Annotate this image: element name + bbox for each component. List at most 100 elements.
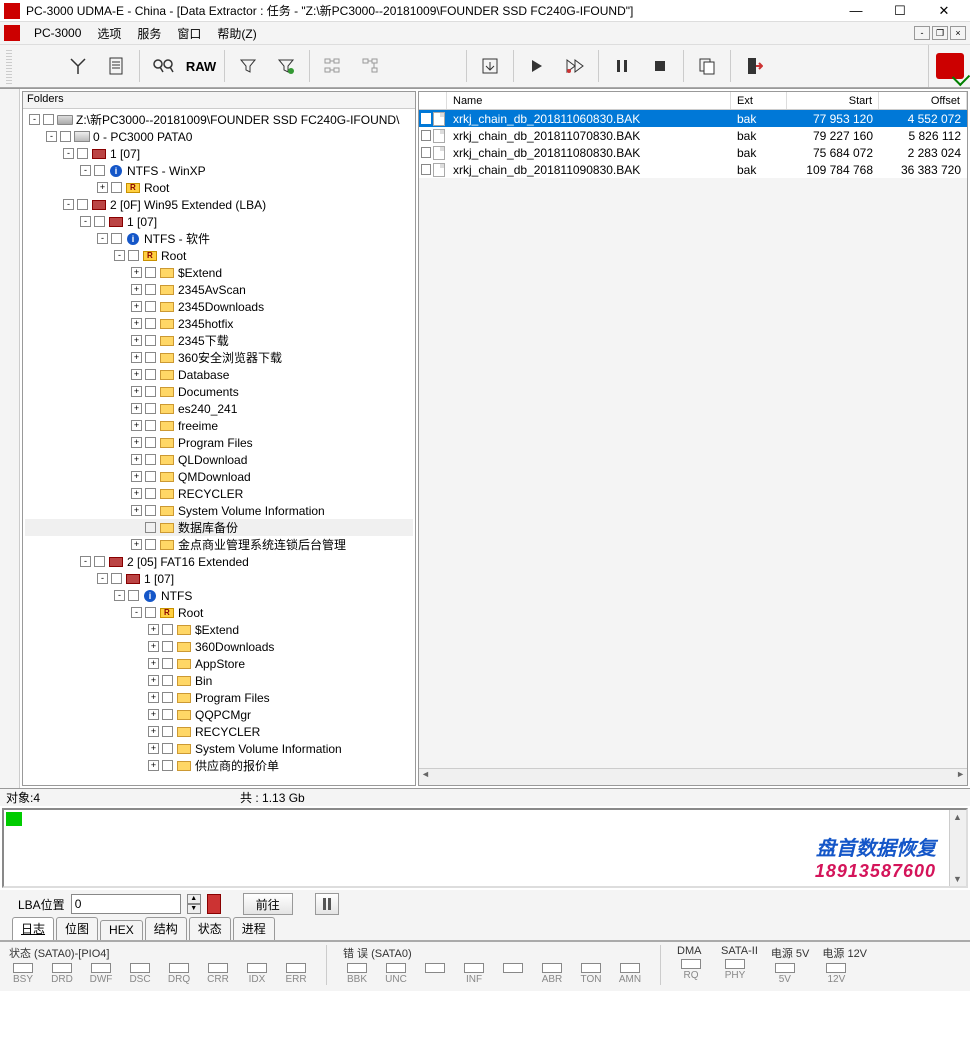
tree-expander[interactable]: + <box>131 352 142 363</box>
tree-expander[interactable]: - <box>29 114 40 125</box>
file-row[interactable]: xrkj_chain_db_201811070830.BAKbak79 227 … <box>419 127 967 144</box>
tree-node[interactable]: -1 [07] <box>25 213 413 230</box>
tree-expander[interactable]: + <box>131 284 142 295</box>
menu-pc3000[interactable]: PC-3000 <box>26 24 89 42</box>
tree-node[interactable]: +freeime <box>25 417 413 434</box>
tree-checkbox[interactable] <box>162 675 173 686</box>
tree-expander[interactable]: + <box>131 369 142 380</box>
tree-checkbox[interactable] <box>94 216 105 227</box>
tree-expander[interactable]: + <box>148 641 159 652</box>
tree-node[interactable]: +2345AvScan <box>25 281 413 298</box>
tree-checkbox[interactable] <box>111 573 122 584</box>
menu-options[interactable]: 选项 <box>89 23 129 44</box>
tree-checkbox[interactable] <box>162 658 173 669</box>
tab-status[interactable]: 状态 <box>189 917 231 940</box>
raw-button[interactable]: RAW <box>183 48 219 84</box>
tree-node[interactable]: -Root <box>25 247 413 264</box>
maximize-button[interactable]: ☐ <box>878 0 922 22</box>
tree-expander[interactable]: + <box>131 437 142 448</box>
tree-checkbox[interactable] <box>145 607 156 618</box>
tree-checkbox[interactable] <box>111 182 122 193</box>
tree-checkbox[interactable] <box>60 131 71 142</box>
tree-node[interactable]: +2345下载 <box>25 332 413 349</box>
file-row[interactable]: xrkj_chain_db_201811080830.BAKbak75 684 … <box>419 144 967 161</box>
col-offset[interactable]: Offset <box>879 92 967 109</box>
tree-node[interactable]: +Documents <box>25 383 413 400</box>
tree-node[interactable]: +Bin <box>25 672 413 689</box>
tree-expander[interactable]: - <box>114 250 125 261</box>
col-name[interactable]: Name <box>447 92 731 109</box>
tree-node[interactable]: -0 - PC3000 PATA0 <box>25 128 413 145</box>
tree-checkbox[interactable] <box>145 335 156 346</box>
tree-node[interactable]: -2 [0F] Win95 Extended (LBA) <box>25 196 413 213</box>
file-checkbox[interactable] <box>421 130 431 141</box>
filelist-hscroll[interactable] <box>419 768 967 785</box>
tree-expander[interactable]: + <box>131 386 142 397</box>
tree-checkbox[interactable] <box>162 726 173 737</box>
menu-window[interactable]: 窗口 <box>169 23 209 44</box>
tree-node[interactable]: +System Volume Information <box>25 502 413 519</box>
stop-button[interactable] <box>642 48 678 84</box>
tree-checkbox[interactable] <box>162 692 173 703</box>
tree-node[interactable]: +Program Files <box>25 434 413 451</box>
tree-node[interactable]: +Root <box>25 179 413 196</box>
tree-node[interactable]: -iNTFS - WinXP <box>25 162 413 179</box>
mdi-close[interactable]: × <box>950 26 966 40</box>
search-button[interactable] <box>145 48 181 84</box>
tree-checkbox[interactable] <box>77 199 88 210</box>
play-button[interactable] <box>519 48 555 84</box>
filter-button[interactable] <box>230 48 266 84</box>
tree-node[interactable]: +2345Downloads <box>25 298 413 315</box>
tree-checkbox[interactable] <box>145 488 156 499</box>
tree-node[interactable]: +$Extend <box>25 264 413 281</box>
tree-checkbox[interactable] <box>145 284 156 295</box>
tree-expander[interactable]: - <box>80 165 91 176</box>
mdi-minimize[interactable]: - <box>914 26 930 40</box>
tools-button[interactable] <box>60 48 96 84</box>
tab-process[interactable]: 进程 <box>233 917 275 940</box>
tree-expander[interactable]: + <box>148 760 159 771</box>
tree-node[interactable]: +System Volume Information <box>25 740 413 757</box>
tree-checkbox[interactable] <box>145 471 156 482</box>
tree-checkbox[interactable] <box>145 539 156 550</box>
filter2-button[interactable] <box>268 48 304 84</box>
doc-button[interactable] <box>98 48 134 84</box>
lba-spinner[interactable]: ▲▼ <box>187 894 201 914</box>
menu-service[interactable]: 服务 <box>129 23 169 44</box>
tree-node[interactable]: +RECYCLER <box>25 485 413 502</box>
tree-checkbox[interactable] <box>162 624 173 635</box>
tree-expander[interactable]: + <box>148 743 159 754</box>
tree-expander[interactable]: - <box>97 233 108 244</box>
export-button[interactable] <box>472 48 508 84</box>
tree2-button[interactable] <box>353 48 389 84</box>
tree-node[interactable]: +Program Files <box>25 689 413 706</box>
tree-node[interactable]: +供应商的报价单 <box>25 757 413 774</box>
mdi-restore[interactable]: ❐ <box>932 26 948 40</box>
tree-expander[interactable]: + <box>148 709 159 720</box>
tree-checkbox[interactable] <box>128 250 139 261</box>
menu-help[interactable]: 帮助(Z) <box>209 23 264 44</box>
lba-input[interactable] <box>71 894 181 914</box>
tree-expander[interactable]: + <box>148 624 159 635</box>
tree-node[interactable]: +QLDownload <box>25 451 413 468</box>
tree-expander[interactable]: - <box>46 131 57 142</box>
tree-checkbox[interactable] <box>145 369 156 380</box>
tree-expander[interactable]: + <box>131 505 142 516</box>
col-ext[interactable]: Ext <box>731 92 787 109</box>
tree-node[interactable]: +360安全浏览器下载 <box>25 349 413 366</box>
tree-node[interactable]: -1 [07] <box>25 145 413 162</box>
tree-checkbox[interactable] <box>94 165 105 176</box>
tree-checkbox[interactable] <box>145 522 156 533</box>
tree-checkbox[interactable] <box>94 556 105 567</box>
tree-node[interactable]: +$Extend <box>25 621 413 638</box>
lba-marker-icon[interactable] <box>207 894 221 914</box>
file-checkbox[interactable] <box>421 147 431 158</box>
tree-node[interactable]: -1 [07] <box>25 570 413 587</box>
tree-node[interactable]: +es240_241 <box>25 400 413 417</box>
vertical-tab-strip[interactable] <box>0 89 20 788</box>
col-start[interactable]: Start <box>787 92 879 109</box>
tree-node[interactable]: -iNTFS - 软件 <box>25 230 413 247</box>
tree-expander[interactable]: + <box>148 726 159 737</box>
tree-expander[interactable]: + <box>131 335 142 346</box>
exit-button[interactable] <box>736 48 772 84</box>
